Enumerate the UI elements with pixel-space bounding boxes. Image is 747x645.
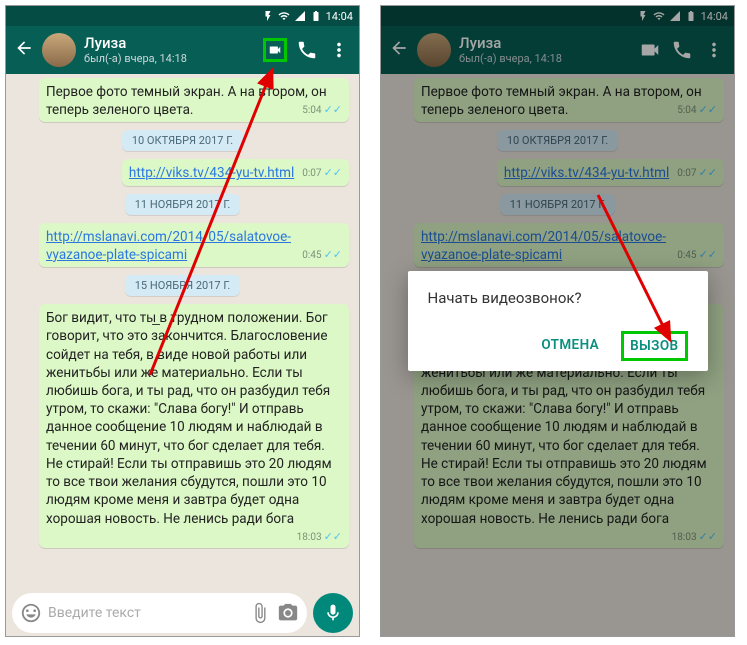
contact-info[interactable]: Луиза был(-а) вчера, 14:18	[84, 34, 255, 65]
wifi-icon	[278, 10, 290, 22]
chat-area[interactable]: Первое фото темный экран. А на втором, о…	[6, 74, 359, 590]
message-bubble[interactable]: Первое фото темный экран. А на втором, о…	[39, 78, 349, 122]
mic-icon	[323, 603, 343, 623]
avatar[interactable]	[42, 33, 76, 67]
mic-button[interactable]	[313, 593, 353, 633]
notification-icon	[262, 10, 274, 22]
read-ticks-icon: ✓✓	[324, 166, 342, 181]
date-divider: 11 НОЯБРЯ 2017 Г.	[125, 194, 241, 215]
chat-header: Луиза был(-а) вчера, 14:18	[6, 26, 359, 74]
dots-icon	[328, 39, 350, 61]
dialog-title: Начать видеозвонок?	[428, 289, 688, 307]
video-call-button[interactable]	[263, 38, 287, 62]
phone-screenshot-2: 14:04 Луиза был(-а) вчера, 14:18 Первое …	[380, 5, 735, 637]
video-call-dialog: Начать видеозвонок? ОТМЕНА ВЫЗОВ	[408, 271, 708, 371]
message-bubble[interactable]: http://mslanavi.com/2014/05/salatovoe-vy…	[39, 223, 349, 267]
phone-icon	[296, 39, 318, 61]
call-button[interactable]: ВЫЗОВ	[621, 331, 687, 361]
cancel-button[interactable]: ОТМЕНА	[537, 331, 603, 361]
read-ticks-icon: ✓✓	[324, 530, 342, 545]
battery-icon	[310, 10, 322, 22]
message-link[interactable]: http://mslanavi.com/2014/05/salatovoe-vy…	[46, 229, 291, 263]
date-divider: 10 ОКТЯБРЯ 2017 Г.	[122, 130, 243, 151]
emoji-icon[interactable]	[20, 602, 42, 624]
menu-button[interactable]	[327, 38, 351, 62]
status-bar: 14:04	[6, 6, 359, 26]
read-ticks-icon: ✓✓	[324, 103, 342, 118]
video-icon	[268, 39, 282, 61]
signal-icon	[294, 10, 306, 22]
status-time: 14:04	[326, 10, 353, 23]
contact-name: Луиза	[84, 34, 255, 52]
message-time: 18:03✓✓	[297, 530, 342, 545]
dialog-overlay[interactable]: Начать видеозвонок? ОТМЕНА ВЫЗОВ	[381, 6, 734, 636]
camera-icon[interactable]	[277, 602, 299, 624]
dialog-actions: ОТМЕНА ВЫЗОВ	[428, 331, 688, 361]
read-ticks-icon: ✓✓	[324, 248, 342, 263]
message-time: 0:45✓✓	[302, 248, 342, 263]
back-button[interactable]	[14, 38, 34, 62]
message-bubble[interactable]: Бог видит, что ты̲ в трудном положении. …	[39, 304, 349, 547]
message-text: Первое фото темный экран. А на втором, о…	[46, 84, 327, 118]
attach-icon[interactable]	[249, 602, 271, 624]
message-input[interactable]: Введите текст	[12, 593, 307, 633]
message-bubble[interactable]: http://viks.tv/434-yu-tv.html 0:07✓✓	[122, 159, 349, 185]
voice-call-button[interactable]	[295, 38, 319, 62]
input-placeholder: Введите текст	[48, 605, 243, 621]
message-time: 5:04✓✓	[302, 103, 342, 118]
message-time: 0:07✓✓	[302, 166, 342, 181]
contact-status: был(-а) вчера, 14:18	[84, 52, 255, 65]
phone-screenshot-1: 14:04 Луиза был(-а) вчера, 14:18 Первое …	[5, 5, 360, 637]
date-divider: 15 НОЯБРЯ 2017 Г.	[125, 275, 241, 296]
message-text: Бог видит, что ты̲ в трудном положении. …	[46, 310, 332, 526]
message-link[interactable]: http://viks.tv/434-yu-tv.html	[129, 165, 294, 181]
input-row: Введите текст	[6, 590, 359, 636]
